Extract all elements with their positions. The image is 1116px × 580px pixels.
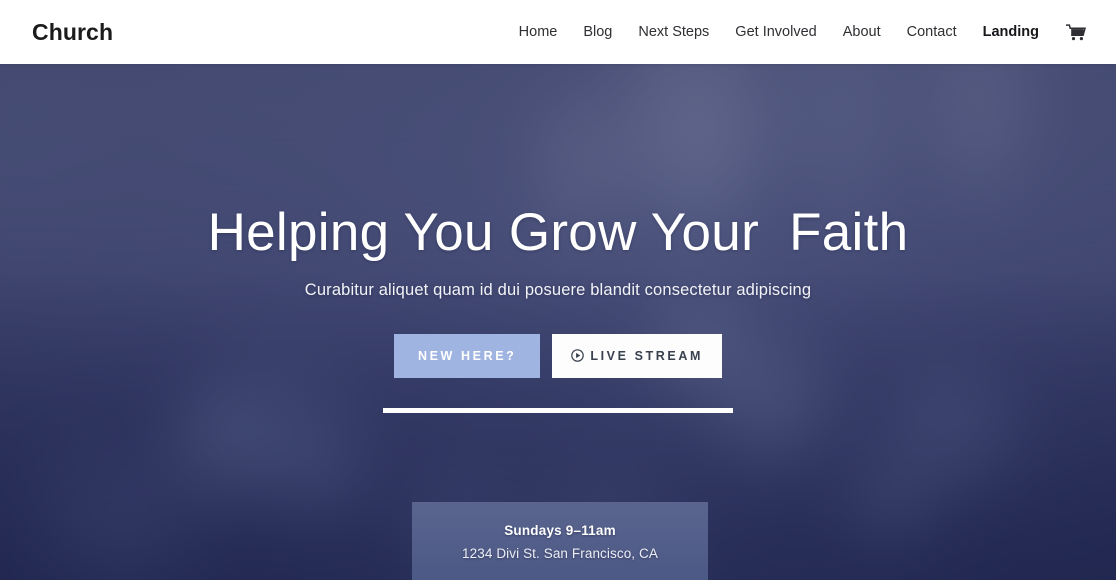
landing-page: Church Home Blog Next Steps Get Involved… [0, 0, 1116, 580]
brand-logo[interactable]: Church [32, 19, 113, 46]
nav-item-contact[interactable]: Contact [894, 0, 970, 64]
nav-item-home[interactable]: Home [506, 0, 571, 64]
nav-item-about[interactable]: About [830, 0, 894, 64]
new-here-button[interactable]: NEW HERE? [393, 333, 541, 378]
hero-subtitle: Curabitur aliquet quam id dui posuere bl… [304, 280, 812, 299]
hero-button-group: NEW HERE? LIVE STREAM [393, 333, 723, 378]
site-header: Church Home Blog Next Steps Get Involved… [0, 0, 1116, 64]
hero-title: Helping You Grow Your Faith [207, 203, 909, 262]
hero-divider [383, 407, 733, 413]
nav-item-get-involved[interactable]: Get Involved [722, 0, 829, 64]
live-stream-label: LIVE STREAM [590, 348, 704, 363]
mountain-illustration [412, 562, 708, 580]
nav-item-next-steps[interactable]: Next Steps [625, 0, 722, 64]
card-text-block: Sundays 9–11am 1234 Divi St. San Francis… [412, 502, 708, 561]
service-info-card: Sundays 9–11am 1234 Divi St. San Francis… [412, 502, 708, 580]
play-circle-icon [571, 349, 585, 362]
live-stream-button[interactable]: LIVE STREAM [552, 333, 723, 378]
nav-item-blog[interactable]: Blog [570, 0, 625, 64]
service-time: Sundays 9–11am [504, 523, 616, 538]
hero-section: Helping You Grow Your Faith Curabitur al… [0, 64, 1116, 580]
shopping-cart-icon[interactable] [1052, 23, 1096, 41]
nav-item-landing[interactable]: Landing [970, 0, 1052, 64]
service-address: 1234 Divi St. San Francisco, CA [462, 546, 658, 561]
main-navigation: Home Blog Next Steps Get Involved About … [506, 0, 1096, 64]
